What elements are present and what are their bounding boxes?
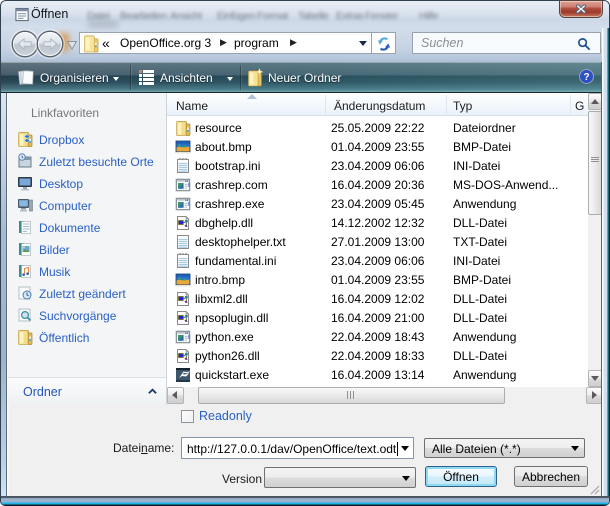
svg-text:?: ? — [583, 72, 589, 83]
